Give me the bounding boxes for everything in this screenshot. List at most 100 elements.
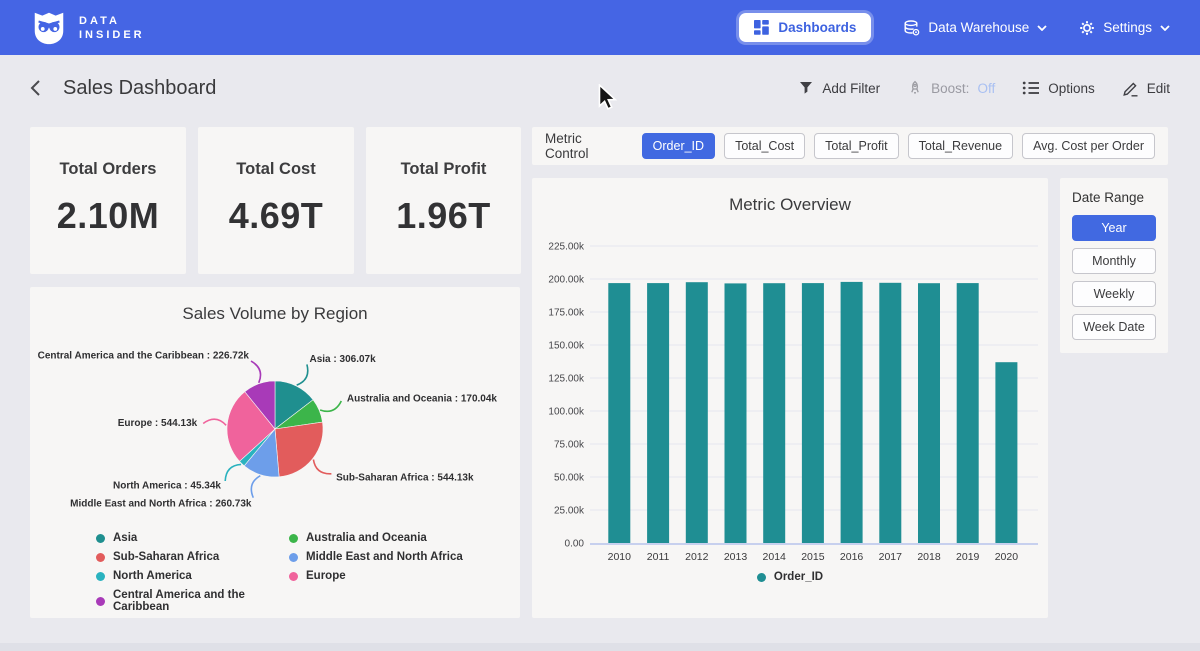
y-axis-tick: 75.00k xyxy=(554,440,585,451)
legend-label: Sub-Saharan Africa xyxy=(113,551,219,563)
metric-control-bar: Metric Control Order_ID Total_Cost Total_P… xyxy=(532,127,1168,165)
edit-label: Edit xyxy=(1147,81,1170,96)
bar-2018[interactable] xyxy=(918,283,940,543)
brand-logo[interactable]: DATA INSIDER xyxy=(30,9,145,47)
add-filter-button[interactable]: Add Filter xyxy=(798,80,880,96)
pie-leader-line xyxy=(251,476,260,498)
bottom-strip xyxy=(0,643,1200,651)
date-range-option-week-date[interactable]: Week Date xyxy=(1072,314,1156,340)
bar-2019[interactable] xyxy=(957,283,979,543)
legend-item-central-america-and-the-caribbean[interactable]: Central America and the Caribbean xyxy=(96,589,289,613)
y-axis-tick: 25.00k xyxy=(554,506,585,517)
pie-label-north-america: North America : 45.34k xyxy=(113,480,221,491)
legend-dot xyxy=(289,553,298,562)
bar-2011[interactable] xyxy=(647,283,669,543)
header-actions: Add Filter Boost: Off Options xyxy=(798,80,1170,97)
date-range-button-group: Year Monthly Weekly Week Date xyxy=(1072,215,1156,340)
legend-dot xyxy=(757,573,766,582)
legend-item-asia[interactable]: Asia xyxy=(96,532,289,544)
edit-button[interactable]: Edit xyxy=(1122,80,1170,97)
rocket-icon xyxy=(907,80,923,96)
filter-funnel-icon xyxy=(798,80,814,96)
y-axis-tick: 50.00k xyxy=(554,473,585,484)
date-range-label: Date Range xyxy=(1072,190,1156,205)
database-icon xyxy=(903,20,920,36)
bar-2017[interactable] xyxy=(879,283,901,543)
boost-value: Off xyxy=(977,81,995,96)
y-axis-tick: 150.00k xyxy=(548,341,585,352)
metric-option-total-revenue[interactable]: Total_Revenue xyxy=(908,133,1013,159)
pie-chart-title: Sales Volume by Region xyxy=(30,287,520,324)
legend-label: Europe xyxy=(306,570,346,582)
legend-item-north-america[interactable]: North America xyxy=(96,570,289,582)
pie-slice-sub-saharan-africa[interactable] xyxy=(275,422,323,477)
kpi-label: Total Orders xyxy=(30,160,186,179)
legend-item-middle-east-and-north-africa[interactable]: Middle East and North Africa xyxy=(289,551,520,563)
bar-chart-legend: Order_ID xyxy=(532,571,1048,583)
bar-2015[interactable] xyxy=(802,283,824,543)
pie-chart-legend: AsiaAustralia and Oceania Sub-Saharan Afr… xyxy=(30,532,520,613)
dashboard-header: Sales Dashboard Add Filter Boost: Off xyxy=(0,55,1200,121)
legend-item-order-id[interactable]: Order_ID xyxy=(757,571,823,583)
boost-label: Boost: xyxy=(931,81,969,96)
kpi-label: Total Profit xyxy=(366,160,521,179)
pie-label-asia: Asia : 306.07k xyxy=(310,354,377,365)
legend-dot xyxy=(289,572,298,581)
x-axis-tick: 2018 xyxy=(917,551,941,563)
options-list-icon xyxy=(1022,80,1040,96)
bar-2014[interactable] xyxy=(763,283,785,543)
metric-chip-group: Order_ID Total_Cost Total_Profit Total_Reve… xyxy=(642,133,1155,159)
date-range-panel: Date Range Year Monthly Weekly Week Date xyxy=(1060,178,1168,353)
bar-2012[interactable] xyxy=(686,282,708,543)
y-axis-tick: 175.00k xyxy=(548,308,585,319)
legend-item-europe[interactable]: Europe xyxy=(289,570,520,582)
legend-dot xyxy=(96,572,105,581)
x-axis-tick: 2010 xyxy=(608,551,632,563)
y-axis-tick: 200.00k xyxy=(548,275,585,286)
navbar-menu: Dashboards Data Warehouse xyxy=(739,13,1170,42)
legend-item-australia-and-oceania[interactable]: Australia and Oceania xyxy=(289,532,520,544)
bar-2013[interactable] xyxy=(725,283,747,543)
owl-logo-icon xyxy=(30,9,68,47)
kpi-label: Total Cost xyxy=(198,160,354,179)
gear-icon xyxy=(1079,20,1095,36)
metric-option-order-id[interactable]: Order_ID xyxy=(642,133,715,159)
metric-option-total-profit[interactable]: Total_Profit xyxy=(814,133,899,159)
bar-2020[interactable] xyxy=(995,362,1017,543)
metric-option-avg-cost-per-order[interactable]: Avg. Cost per Order xyxy=(1022,133,1155,159)
metric-control-label: Metric Control xyxy=(545,131,628,161)
legend-dot xyxy=(289,534,298,543)
bar-chart-title: Metric Overview xyxy=(532,178,1048,215)
date-range-option-monthly[interactable]: Monthly xyxy=(1072,248,1156,274)
legend-label: Middle East and North Africa xyxy=(306,551,463,563)
pie-leader-line xyxy=(320,401,341,411)
date-range-option-year[interactable]: Year xyxy=(1072,215,1156,241)
add-filter-label: Add Filter xyxy=(822,81,880,96)
bar-2016[interactable] xyxy=(841,282,863,543)
options-label: Options xyxy=(1048,81,1095,96)
legend-item-sub-saharan-africa[interactable]: Sub-Saharan Africa xyxy=(96,551,289,563)
bar-2010[interactable] xyxy=(608,283,630,543)
date-range-option-weekly[interactable]: Weekly xyxy=(1072,281,1156,307)
dashboards-button[interactable]: Dashboards xyxy=(739,13,871,42)
data-warehouse-menu[interactable]: Data Warehouse xyxy=(903,20,1047,36)
x-axis-tick: 2016 xyxy=(840,551,864,563)
brand-wordmark: DATA INSIDER xyxy=(79,14,145,42)
settings-menu[interactable]: Settings xyxy=(1079,20,1170,36)
pie-label-middle-east-and-north-africa: Middle East and North Africa : 260.73k xyxy=(70,498,252,509)
back-button[interactable] xyxy=(30,79,41,97)
metric-option-total-cost[interactable]: Total_Cost xyxy=(724,133,805,159)
settings-label: Settings xyxy=(1103,20,1152,35)
pie-leader-line xyxy=(203,419,226,425)
sales-dashboard-page: DATA INSIDER Dashboards xyxy=(0,0,1200,651)
kpi-card-total-cost: Total Cost 4.69T xyxy=(198,127,354,274)
boost-toggle[interactable]: Boost: Off xyxy=(907,80,995,96)
kpi-value: 2.10M xyxy=(30,195,186,237)
x-axis-tick: 2017 xyxy=(879,551,903,563)
x-axis-tick: 2019 xyxy=(956,551,980,563)
brand-line1: DATA xyxy=(79,14,145,28)
options-button[interactable]: Options xyxy=(1022,80,1095,96)
bar-chart: 225.00k200.00k175.00k150.00k125.00k100.0… xyxy=(532,219,1048,567)
pie-label-central-america-and-the-caribbean: Central America and the Caribbean : 226.… xyxy=(38,351,250,362)
pie-label-europe: Europe : 544.13k xyxy=(118,418,198,429)
